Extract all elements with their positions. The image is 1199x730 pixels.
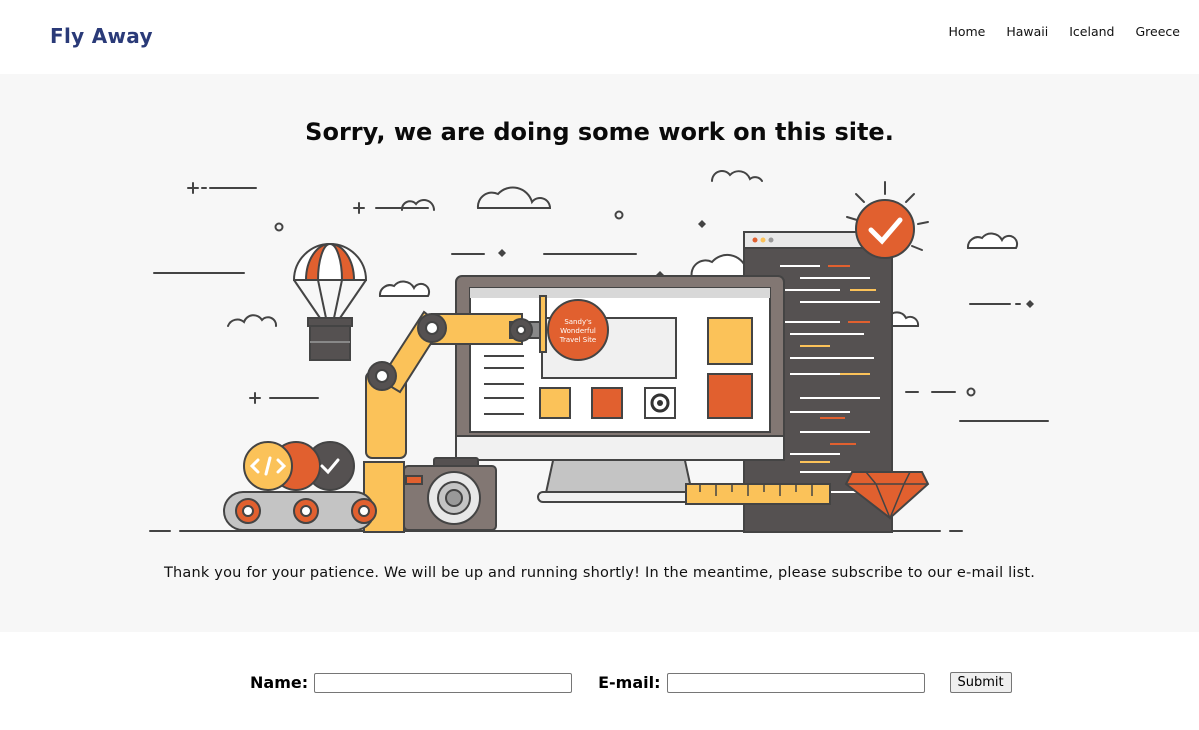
site-brand-link[interactable]: Fly Away: [50, 24, 153, 48]
sign-line-3: Travel Site: [559, 336, 596, 344]
name-label: Name:: [250, 673, 309, 692]
main-nav: Home Hawaii Iceland Greece: [948, 24, 1180, 39]
sign-line-2: Wonderful: [560, 327, 596, 335]
nav-link-greece[interactable]: Greece: [1136, 24, 1181, 39]
site-header: Fly Away Home Hawaii Iceland Greece: [0, 0, 1199, 74]
email-input[interactable]: [666, 672, 925, 693]
name-input[interactable]: [314, 672, 573, 693]
submit-button[interactable]: Submit: [949, 672, 1012, 693]
maintenance-hero: Sorry, we are doing some work on this si…: [0, 74, 1199, 632]
subscribe-section: Name: E-mail: Submit: [0, 632, 1199, 730]
nav-link-iceland[interactable]: Iceland: [1069, 24, 1114, 39]
subscribe-form: Name: E-mail: Submit: [250, 672, 1012, 693]
sign-line-1: Sandy's: [564, 318, 592, 326]
email-label: E-mail:: [598, 673, 661, 692]
maintenance-illustration: Sandy's Wonderful Travel Site: [149, 170, 1049, 533]
nav-link-home[interactable]: Home: [948, 24, 985, 39]
nav-link-hawaii[interactable]: Hawaii: [1006, 24, 1048, 39]
page-title: Sorry, we are doing some work on this si…: [305, 118, 894, 146]
maintenance-message: Thank you for your patience. We will be …: [163, 564, 1036, 581]
